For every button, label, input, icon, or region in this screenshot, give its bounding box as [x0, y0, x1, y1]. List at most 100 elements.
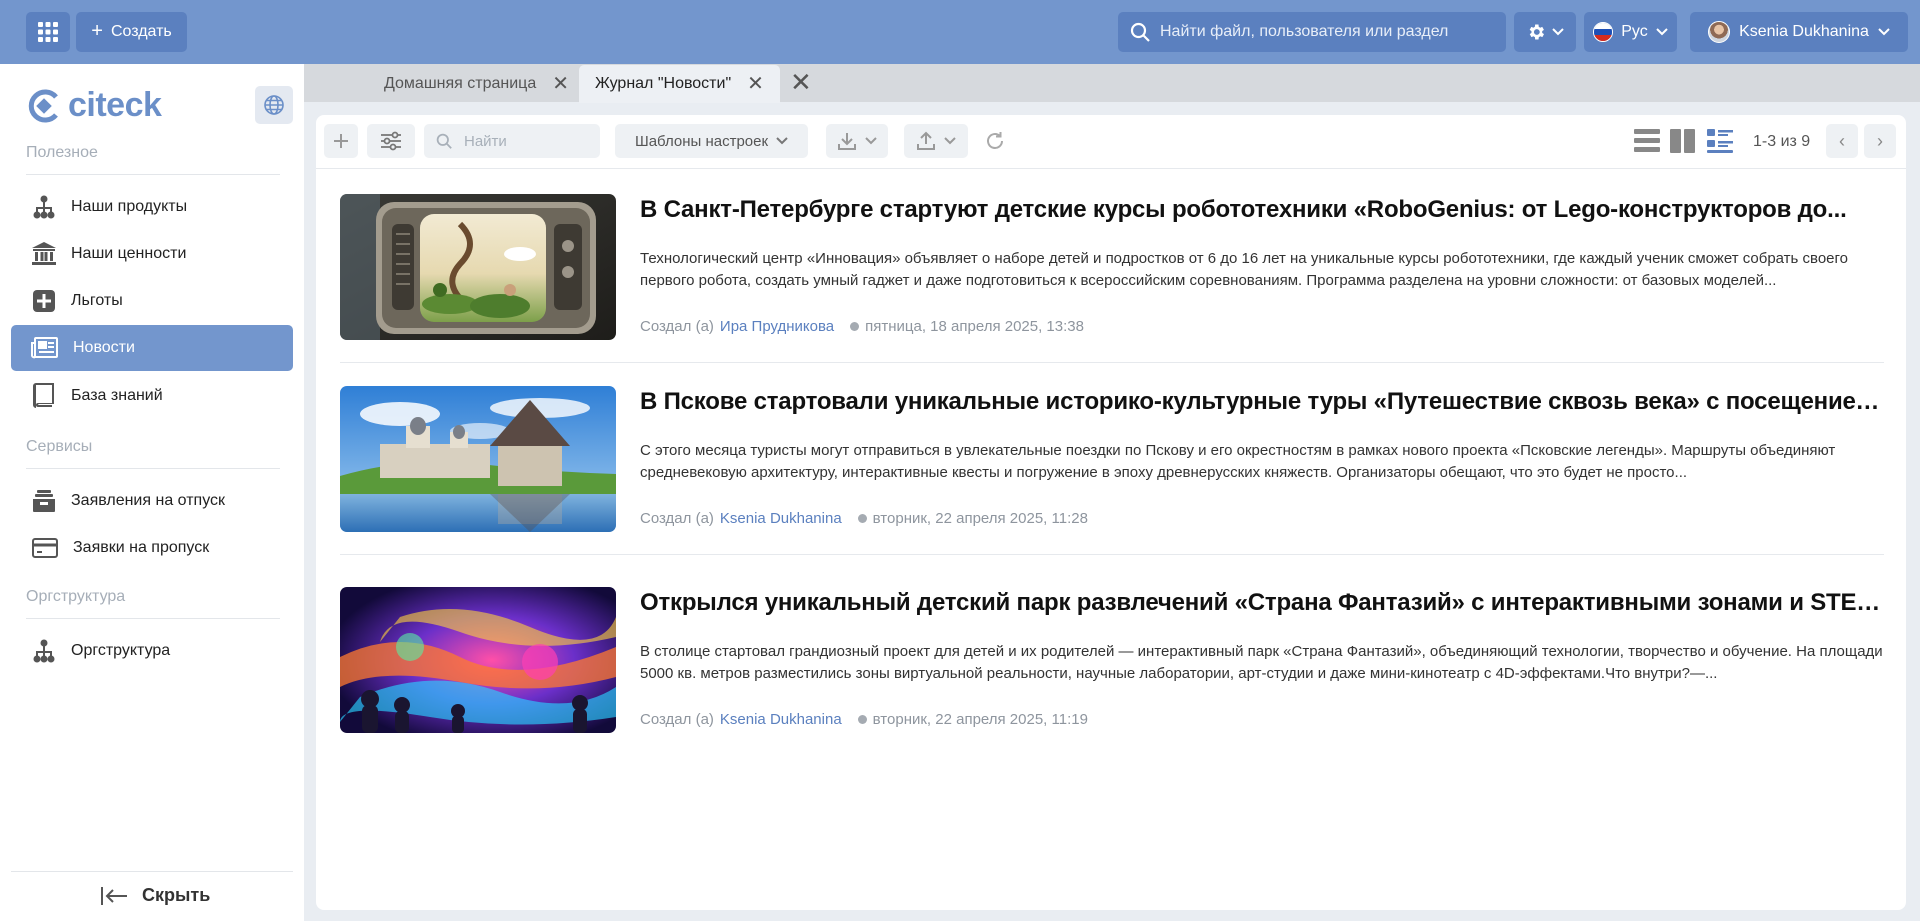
- sidebar-item-benefits[interactable]: Льготы: [11, 278, 293, 324]
- top-bar: + Создать Найти файл, пользователя или р…: [0, 0, 1920, 64]
- plus-square-icon: [33, 290, 55, 312]
- news-item[interactable]: В Пскове стартовали уникальные историко-…: [340, 386, 1884, 534]
- tab-label: Журнал "Новости": [595, 75, 732, 92]
- credit-card-icon: [32, 538, 58, 558]
- news-image-robotics[interactable]: [340, 194, 616, 340]
- sidebar-item-label: Льготы: [71, 292, 123, 309]
- news-meta: Создал (а) Ира Прудникова пятница, 18 ап…: [640, 318, 1084, 335]
- close-icon[interactable]: ✕: [747, 74, 764, 94]
- created-by-label: Создал (а): [640, 711, 714, 728]
- news-title[interactable]: В Пскове стартовали уникальные историко-…: [640, 388, 1884, 416]
- settings-menu-button[interactable]: [1514, 12, 1576, 52]
- grid-view-icon[interactable]: [1670, 128, 1696, 154]
- filter-settings-button[interactable]: [367, 124, 415, 158]
- upload-icon: [917, 131, 935, 150]
- tab-home[interactable]: Домашняя страница ✕: [368, 65, 585, 103]
- org-tree-icon: [33, 195, 55, 219]
- news-excerpt: Технологический центр «Инновация» объявл…: [640, 250, 1849, 289]
- newspaper-icon: [31, 337, 58, 359]
- logo-text: citeck: [68, 86, 162, 124]
- sidebar-item-label: Оргструктура: [71, 642, 171, 659]
- news-excerpt: В столице стартовал грандиозный проект д…: [640, 643, 1883, 682]
- news-title[interactable]: В Санкт-Петербурге стартуют детские курс…: [640, 196, 1884, 224]
- dot-separator-icon: [857, 715, 867, 724]
- chevron-down-icon: [944, 137, 956, 145]
- news-date: пятница, 18 апреля 2025, 13:38: [865, 318, 1084, 335]
- templates-label: Шаблоны настроек: [634, 132, 769, 150]
- preview-list-view-icon[interactable]: [1707, 128, 1733, 154]
- avatar: [1708, 21, 1731, 43]
- close-icon[interactable]: ✕: [552, 74, 569, 94]
- archive-box-icon: [33, 490, 55, 512]
- sidebar-item-label: Наши ценности: [71, 245, 187, 262]
- hide-label: Скрыть: [142, 885, 211, 905]
- refresh-button[interactable]: [984, 130, 1006, 157]
- news-meta: Создал (а) Ksenia Dukhanina вторник, 22 …: [640, 510, 1088, 527]
- language-selector[interactable]: Рус: [1584, 12, 1677, 52]
- create-label: Создать: [110, 23, 172, 40]
- sidebar-item-knowledge-base[interactable]: База знаний: [11, 373, 293, 419]
- news-item[interactable]: В Санкт-Петербурге стартуют детские курс…: [340, 194, 1884, 342]
- journal-search-placeholder: Найти: [464, 132, 507, 150]
- section-title-services: Сервисы: [26, 438, 93, 455]
- hide-sidebar-button[interactable]: Скрыть: [100, 885, 210, 906]
- created-by-label: Создал (а): [640, 510, 714, 527]
- chevron-left-icon: ‹: [1839, 130, 1845, 151]
- gear-icon: [1529, 24, 1544, 40]
- sidebar-item-vacation-requests[interactable]: Заявления на отпуск: [11, 478, 293, 524]
- news-image-fantasy-park[interactable]: [340, 587, 616, 733]
- plus-icon: [334, 134, 348, 148]
- close-all-tabs-icon[interactable]: ✕: [790, 69, 812, 95]
- global-search-input[interactable]: Найти файл, пользователя или раздел: [1118, 12, 1506, 52]
- settings-templates-dropdown[interactable]: Шаблоны настроек: [615, 124, 808, 158]
- sidebar-item-label: Наши продукты: [71, 198, 188, 215]
- journal-search-input[interactable]: Найти: [424, 124, 600, 158]
- sliders-icon: [381, 131, 401, 151]
- user-menu-button[interactable]: Ksenia Dukhanina: [1690, 12, 1908, 52]
- list-view-icon[interactable]: [1634, 128, 1660, 154]
- apps-menu-button[interactable]: [26, 12, 70, 52]
- sidebar-item-label: Заявления на отпуск: [71, 492, 226, 509]
- collapse-left-icon: [101, 886, 127, 905]
- dot-separator-icon: [850, 322, 860, 331]
- sidebar-item-label: База знаний: [71, 387, 163, 404]
- tab-news-journal[interactable]: Журнал "Новости" ✕: [579, 65, 780, 103]
- citeck-logo[interactable]: citeck: [26, 86, 162, 125]
- news-author-link[interactable]: Ksenia Dukhanina: [720, 510, 842, 527]
- news-author-link[interactable]: Ира Прудникова: [720, 318, 834, 335]
- tab-label: Домашняя страница: [384, 75, 537, 92]
- upload-dropdown[interactable]: [904, 124, 968, 158]
- sidebar-item-products[interactable]: Наши продукты: [11, 184, 293, 230]
- create-button[interactable]: + Создать: [76, 12, 187, 52]
- sidebar-item-pass-requests[interactable]: Заявки на пропуск: [11, 525, 293, 571]
- sidebar-item-values[interactable]: Наши ценности: [11, 231, 293, 277]
- add-record-button[interactable]: [324, 124, 358, 158]
- chevron-down-icon: [865, 137, 877, 145]
- section-divider: [26, 618, 280, 619]
- section-title-useful: Полезное: [26, 144, 98, 161]
- org-tree-icon: [33, 639, 55, 663]
- news-image-pskov[interactable]: [340, 386, 616, 532]
- globe-button[interactable]: [255, 86, 293, 124]
- download-dropdown[interactable]: [826, 124, 888, 158]
- sidebar-item-news[interactable]: Новости: [11, 325, 293, 371]
- news-excerpt: С этого месяца туристы могут отправиться…: [640, 442, 1836, 481]
- chevron-down-icon: [1878, 28, 1890, 36]
- news-meta: Создал (а) Ksenia Dukhanina вторник, 22 …: [640, 711, 1088, 728]
- created-by-label: Создал (а): [640, 318, 714, 335]
- sidebar-item-org-structure[interactable]: Оргструктура: [11, 628, 293, 674]
- news-title[interactable]: Открылся уникальный детский парк развлеч…: [640, 589, 1884, 617]
- news-divider: [340, 362, 1884, 363]
- global-search-placeholder: Найти файл, пользователя или раздел: [1160, 23, 1449, 40]
- news-author-link[interactable]: Ksenia Dukhanina: [720, 711, 842, 728]
- book-icon: [33, 383, 54, 408]
- prev-page-button[interactable]: ‹: [1826, 124, 1858, 158]
- news-item[interactable]: Открылся уникальный детский парк развлеч…: [340, 587, 1884, 735]
- toolbar-divider: [316, 168, 1906, 169]
- next-page-button[interactable]: ›: [1864, 124, 1896, 158]
- search-icon: [1130, 22, 1150, 42]
- dot-separator-icon: [857, 514, 867, 523]
- search-icon: [436, 133, 452, 149]
- chevron-right-icon: ›: [1877, 130, 1883, 151]
- news-date: вторник, 22 апреля 2025, 11:28: [872, 510, 1088, 527]
